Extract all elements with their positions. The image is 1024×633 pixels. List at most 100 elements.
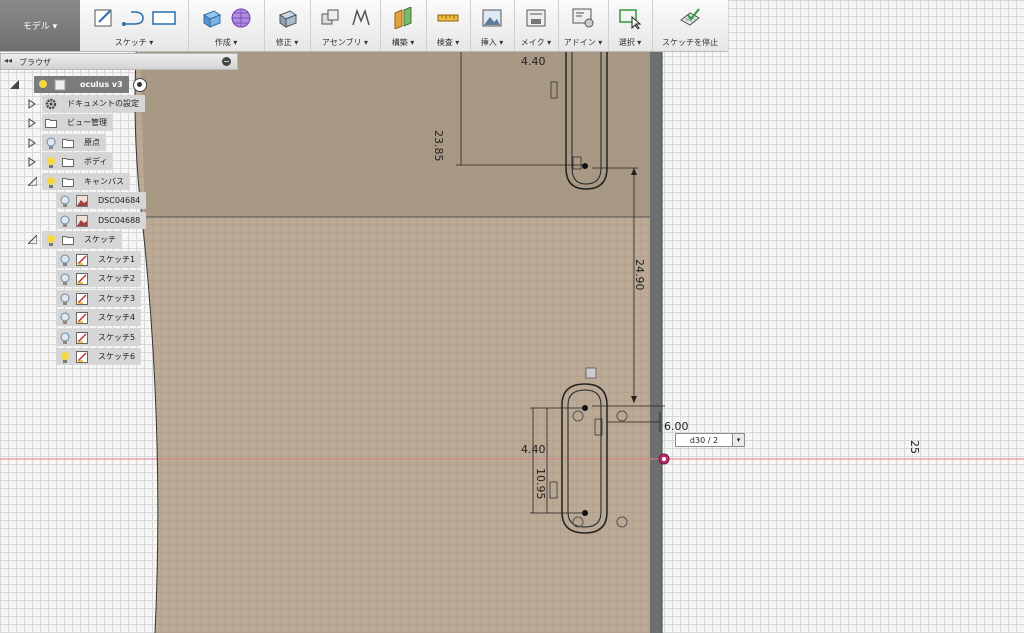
tree-item-origin[interactable]: 原点 (42, 134, 106, 151)
joint-icon[interactable] (347, 5, 373, 31)
toolbar-label-addins[interactable]: アドイン ▾ (558, 37, 608, 48)
tree-row-sketch-6: スケッチ6 (56, 348, 142, 365)
dim-mid: 24.90 (633, 259, 646, 291)
tree-item-canvas-2[interactable]: DSC04688 (56, 212, 147, 229)
activate-radio-icon[interactable] (132, 77, 147, 92)
toolbar-label-sketch[interactable]: スケッチ ▾ (80, 37, 188, 48)
3d-print-icon[interactable] (523, 5, 549, 31)
tree-item-sketch-3[interactable]: スケッチ3 (56, 290, 142, 307)
tree-row-canvases: キャンバス (26, 173, 130, 190)
toolbar-label-assemble[interactable]: アセンブリ ▾ (310, 37, 380, 48)
browser-title: ブラウザ (19, 58, 51, 67)
lightbulb-icon[interactable] (58, 253, 72, 267)
lightbulb-icon[interactable] (58, 331, 72, 345)
tree-row-canvas-1: DSC04684 (56, 192, 147, 209)
collapse-arrow-icon[interactable] (8, 79, 20, 91)
tree-row-sketches: スケッチ (26, 231, 122, 248)
tree-item-sketch-5[interactable]: スケッチ5 (56, 329, 142, 346)
folder-icon (44, 116, 58, 130)
sketch-icon (75, 350, 89, 364)
tree-item-sketch-4[interactable]: スケッチ4 (56, 309, 142, 326)
tree-row-sketch-4: スケッチ4 (56, 309, 142, 326)
scripts-icon[interactable] (570, 5, 596, 31)
lightbulb-icon[interactable] (44, 233, 58, 247)
lightbulb-icon[interactable] (58, 292, 72, 306)
toolbar-group-assemble: アセンブリ ▾ (310, 0, 381, 51)
workspace-button[interactable]: モデル ▾ (0, 0, 80, 51)
lightbulb-icon[interactable] (44, 136, 58, 150)
lightbulb-icon[interactable] (58, 350, 72, 364)
lightbulb-icon[interactable] (58, 311, 72, 325)
tree-item-sketches[interactable]: スケッチ (42, 231, 122, 248)
sketch-icon (75, 253, 89, 267)
tree-row-canvas-2: DSC04688 (56, 212, 147, 229)
folder-icon (61, 155, 75, 169)
dimension-dropdown[interactable]: ▾ (733, 433, 745, 447)
toolbar-group-make: メイク ▾ (514, 0, 559, 51)
toolbar-group-sketch: スケッチ ▾ (80, 0, 189, 51)
toolbar-group-construct: 構築 ▾ (380, 0, 427, 51)
root-component[interactable]: oculus v3 (34, 76, 129, 93)
stop-sketch-icon[interactable] (677, 5, 703, 31)
tree-item-canvas-1[interactable]: DSC04684 (56, 192, 147, 209)
sketch-view: 4.40 23.85 24.90 4.40 10.95 25 (0, 0, 1024, 633)
toolbar-group-insert: 挿入 ▾ (470, 0, 515, 51)
lightbulb-icon[interactable] (58, 214, 72, 228)
create-sketch-icon[interactable] (91, 5, 117, 31)
tree-item-canvases[interactable]: キャンバス (42, 173, 130, 190)
toolbar-label-select[interactable]: 選択 ▾ (608, 37, 652, 48)
tree-row-named-views: ビュー管理 (26, 114, 113, 131)
offset-plane-icon[interactable] (390, 5, 416, 31)
tree-item-sketch-6[interactable]: スケッチ6 (56, 348, 142, 365)
expand-arrow-icon[interactable] (26, 156, 38, 168)
expand-arrow-icon[interactable] (26, 98, 38, 110)
measure-icon[interactable] (435, 5, 461, 31)
sketch-icon (75, 311, 89, 325)
tree-item-bodies[interactable]: ボディ (42, 153, 114, 170)
toolbar-label-modify[interactable]: 修正 ▾ (264, 37, 310, 48)
toolbar-group-create: 作成 ▾ (188, 0, 265, 51)
rectangle-icon[interactable] (151, 5, 177, 31)
collapse-browser-icon[interactable]: ◂◂ (4, 56, 12, 65)
tree-item-sketch-2[interactable]: スケッチ2 (56, 270, 142, 287)
sketch-icon (75, 272, 89, 286)
toolbar-label-insert[interactable]: 挿入 ▾ (470, 37, 514, 48)
select-icon[interactable] (617, 5, 643, 31)
tree-row-root: oculus v3 (8, 76, 147, 93)
collapse-arrow-icon[interactable] (26, 176, 38, 188)
folder-icon (61, 136, 75, 150)
dimension-input[interactable]: d30 / 2 (675, 433, 733, 447)
design-canvas[interactable]: 4.40 23.85 24.90 4.40 10.95 25 (0, 0, 1024, 633)
toolbar-label-construct[interactable]: 構築 ▾ (380, 37, 426, 48)
new-component-icon[interactable] (317, 5, 343, 31)
toolbar-group-stop-sketch: スケッチを停止 (652, 0, 728, 51)
tree-item-doc-settings[interactable]: ドキュメントの設定 (42, 95, 145, 112)
lightbulb-icon[interactable] (58, 194, 72, 208)
component-icon (53, 78, 67, 92)
expand-arrow-icon[interactable] (26, 137, 38, 149)
lightbulb-icon[interactable] (44, 155, 58, 169)
toolbar-label-make[interactable]: メイク ▾ (514, 37, 558, 48)
form-icon[interactable] (228, 5, 254, 31)
tree-item-named-views[interactable]: ビュー管理 (42, 114, 113, 131)
collapse-arrow-icon[interactable] (26, 234, 38, 246)
canvas-image-icon (75, 214, 89, 228)
lightbulb-icon[interactable] (44, 175, 58, 189)
insert-image-icon[interactable] (479, 5, 505, 31)
tree-item-sketch-1[interactable]: スケッチ1 (56, 251, 142, 268)
folder-icon (61, 233, 75, 247)
toolbar-label-inspect[interactable]: 検査 ▾ (426, 37, 470, 48)
dim-top-width: 4.40 (521, 55, 546, 68)
browser-options-icon[interactable]: − (222, 57, 231, 66)
lightbulb-icon[interactable] (58, 272, 72, 286)
tree-row-origin: 原点 (26, 134, 106, 151)
lightbulb-icon[interactable] (36, 78, 50, 92)
extrude-icon[interactable] (198, 5, 224, 31)
tree-row-bodies: ボディ (26, 153, 114, 170)
press-pull-icon[interactable] (274, 5, 300, 31)
tree-row-sketch-5: スケッチ5 (56, 329, 142, 346)
line-icon[interactable] (121, 5, 147, 31)
toolbar-label-create[interactable]: 作成 ▾ (188, 37, 264, 48)
expand-arrow-icon[interactable] (26, 117, 38, 129)
stop-sketch-button[interactable]: スケッチを停止 (652, 37, 728, 48)
